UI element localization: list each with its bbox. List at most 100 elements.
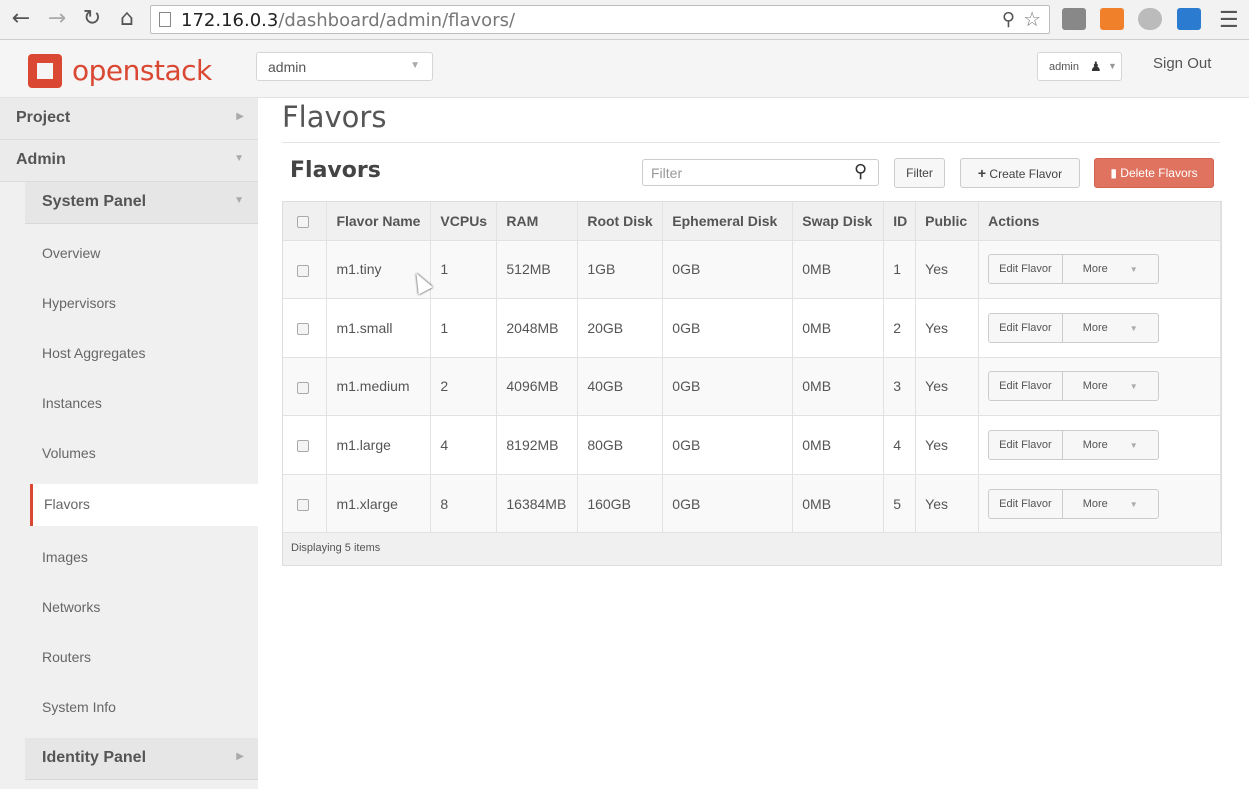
project-select-value: admin [268,59,307,75]
sidebar-item-system-info[interactable]: System Info [30,687,258,729]
chevron-right-icon: ▶ [236,111,244,122]
row-checkbox-cell[interactable] [283,298,328,358]
column-header[interactable]: Flavor Name [326,202,432,240]
globe-extension-icon[interactable] [1138,8,1162,30]
select-all-checkbox[interactable] [297,216,309,229]
project-select[interactable]: admin ▼ [256,52,433,81]
edit-flavor-button[interactable]: Edit Flavor [989,372,1063,401]
cell-ephemeral-disk: 0GB [662,357,794,416]
table-row: m1.small 1 2048MB 20GB 0GB 0MB 2 Yes Edi… [283,298,1221,358]
row-checkbox[interactable] [297,440,309,453]
column-header[interactable]: VCPUs [430,202,498,240]
edit-flavor-button[interactable]: Edit Flavor [989,431,1063,460]
cell-flavor-name[interactable]: m1.large [326,415,432,475]
row-checkbox[interactable] [297,323,309,336]
sidebar-item-label: Flavors [44,496,90,512]
cell-vcpus: 2 [430,357,498,416]
sidebar-item-label: Instances [42,395,102,411]
sidebar-item-label: Hypervisors [42,295,116,311]
cell-flavor-name[interactable]: m1.medium [326,357,432,416]
sidebar-item-label: Project [16,109,71,126]
url-text[interactable]: 172.16.0.3/dashboard/admin/flavors/ [181,10,515,31]
cell-flavor-name[interactable]: m1.xlarge [326,474,432,533]
row-checkbox[interactable] [297,264,309,277]
sign-out-link[interactable]: Sign Out [1153,55,1211,72]
cell-ram: 8192MB [496,415,579,475]
cell-swap-disk: 0MB [792,240,885,299]
more-label: More [1082,263,1108,276]
row-checkbox-cell[interactable] [283,357,328,416]
fox-extension-icon[interactable] [1100,8,1124,30]
column-header[interactable]: Public [915,202,980,240]
chevron-down-icon: ▼ [1129,441,1138,451]
top-header: openstack admin ▼ admin ♟ ▼ Sign Out [0,40,1249,98]
home-icon[interactable]: ⌂ [114,6,140,32]
sidebar-item-networks[interactable]: Networks [30,587,258,629]
sidebar-item-host-aggregates[interactable]: Host Aggregates [30,333,258,375]
sidebar-item-instances[interactable]: Instances [30,383,258,425]
bookmark-star-icon[interactable]: ☆ [1023,7,1041,32]
cell-flavor-name[interactable]: m1.small [326,298,432,358]
cell-root-disk: 20GB [577,298,664,358]
cell-ram: 16384MB [496,474,579,533]
sidebar-item-flavors[interactable]: Flavors [30,484,258,526]
mail-extension-icon[interactable] [1062,8,1086,30]
delete-flavors-button[interactable]: ▮ Delete Flavors [1094,158,1214,188]
row-checkbox-cell[interactable] [283,415,328,475]
screen-extension-icon[interactable] [1177,8,1201,30]
edit-flavor-button[interactable]: Edit Flavor [989,489,1063,518]
create-flavor-label: Create Flavor [989,167,1063,181]
zoom-icon[interactable]: ⚲ [1002,9,1015,30]
browser-menu-icon[interactable]: ☰ [1219,7,1239,33]
search-icon[interactable]: ⚲ [854,161,867,182]
more-button[interactable]: More ▼ [1063,255,1158,283]
forward-icon[interactable]: → [44,6,70,32]
sidebar-item-project[interactable]: Project ▶ [0,98,258,140]
sidebar-item-routers[interactable]: Routers [30,637,258,679]
cell-actions: Edit Flavor More ▼ [978,357,1221,416]
more-button[interactable]: More ▼ [1063,372,1158,400]
cell-ephemeral-disk: 0GB [662,415,794,475]
sidebar-item-admin[interactable]: Admin ▼ [0,140,258,182]
column-header[interactable]: Root Disk [577,202,664,240]
row-checkbox-cell[interactable] [283,240,328,299]
cell-swap-disk: 0MB [792,357,885,416]
cell-id: 5 [883,474,917,533]
row-checkbox[interactable] [297,499,309,512]
cell-vcpus: 8 [430,474,498,533]
plus-icon: + [977,165,987,181]
reload-icon[interactable]: ↻ [79,6,105,32]
edit-flavor-button[interactable]: Edit Flavor [989,313,1063,342]
cell-swap-disk: 0MB [792,298,885,358]
cell-ram: 4096MB [496,357,579,416]
filter-button[interactable]: Filter [894,158,945,188]
sidebar-item-hypervisors[interactable]: Hypervisors [30,283,258,325]
sidebar-item-volumes[interactable]: Volumes [30,433,258,475]
table-row: m1.medium 2 4096MB 40GB 0GB 0MB 3 Yes Ed… [283,357,1221,416]
back-icon[interactable]: ← [8,6,34,32]
cell-root-disk: 160GB [577,474,664,533]
table-title: Flavors [290,158,381,183]
sidebar-item-identity-panel[interactable]: Identity Panel ▶ [25,738,258,780]
row-checkbox[interactable] [297,381,309,394]
cell-public: Yes [915,240,980,299]
column-header[interactable]: Ephemeral Disk [662,202,794,240]
edit-flavor-button[interactable]: Edit Flavor [989,255,1063,284]
select-all-checkbox-cell[interactable] [283,202,328,240]
sidebar-item-images[interactable]: Images [30,537,258,579]
column-header[interactable]: ID [883,202,917,240]
row-checkbox-cell[interactable] [283,474,328,533]
more-button[interactable]: More ▼ [1063,314,1158,342]
sidebar-item-overview[interactable]: Overview [30,233,258,275]
more-button[interactable]: More ▼ [1063,431,1158,459]
user-menu[interactable]: admin ♟ ▼ [1037,52,1122,81]
sidebar-item-label: Overview [42,245,101,261]
filter-input[interactable] [642,159,879,186]
address-bar[interactable]: 172.16.0.3/dashboard/admin/flavors/ ⚲ ☆ [150,5,1050,34]
more-button[interactable]: More ▼ [1063,490,1158,518]
column-header[interactable]: RAM [496,202,579,240]
sidebar-item-label: Routers [42,649,92,665]
column-header[interactable]: Swap Disk [792,202,885,240]
create-flavor-button[interactable]: + Create Flavor [960,158,1080,188]
sidebar-item-system-panel[interactable]: System Panel ▼ [25,182,258,224]
